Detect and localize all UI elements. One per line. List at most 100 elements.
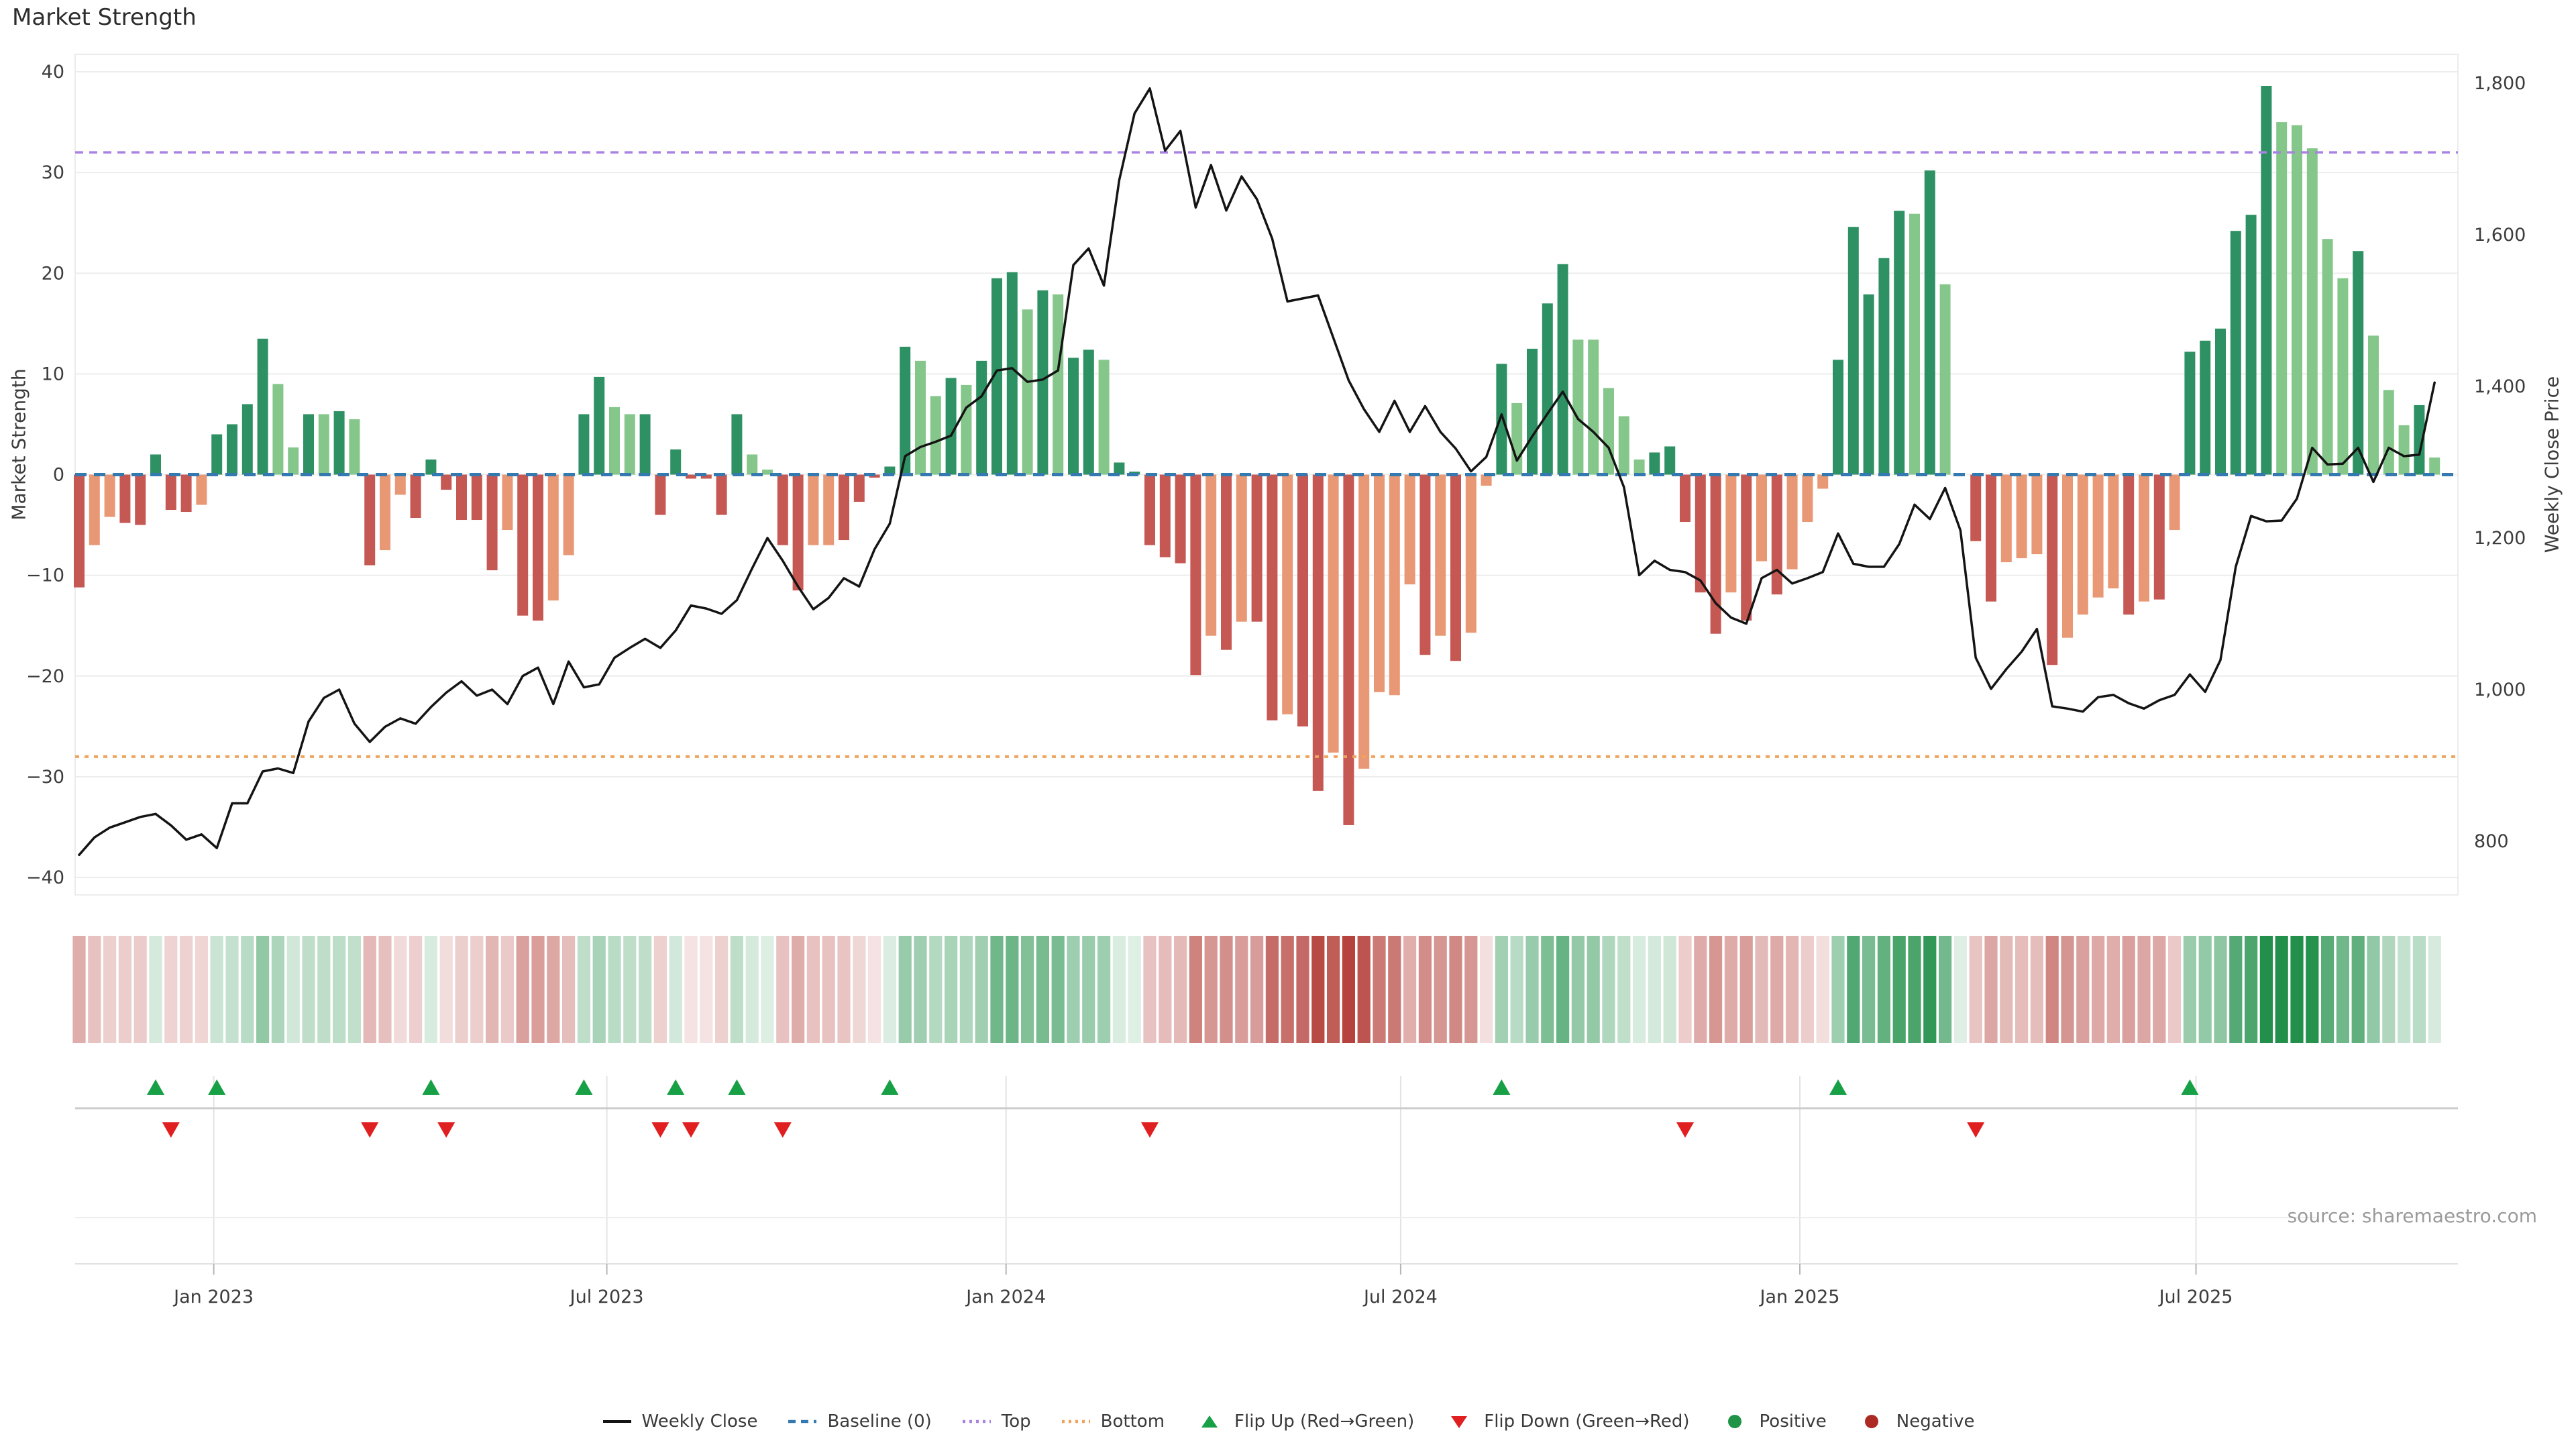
- strength-bar: [1083, 350, 1094, 474]
- strength-bar: [1725, 475, 1736, 593]
- legend-item-line[interactable]: Weekly Close: [602, 1411, 758, 1432]
- heatmap-cell: [899, 936, 912, 1043]
- heatmap-cell: [470, 936, 483, 1043]
- heatmap-cell: [2428, 936, 2441, 1043]
- heatmap-cell: [302, 936, 315, 1043]
- strength-bar: [2429, 458, 2440, 475]
- page-root: Market Strength Market Strength Weekly C…: [0, 0, 2576, 1449]
- strength-bar: [1221, 475, 1232, 650]
- heatmap-cell: [1159, 936, 1171, 1043]
- heatmap-cell: [853, 936, 865, 1043]
- strength-bar: [2001, 475, 2012, 563]
- heatmap-cell: [746, 936, 759, 1043]
- x-axis-tick-label: Jul 2024: [1362, 1287, 1438, 1307]
- heatmap-cell: [1770, 936, 1783, 1043]
- left-axis-tick-label: −40: [26, 867, 64, 888]
- strength-bar: [2108, 475, 2118, 589]
- strength-bar: [854, 475, 865, 502]
- heatmap-cell: [425, 936, 437, 1043]
- left-axis-tick-label: −10: [26, 566, 64, 586]
- strength-bar: [1099, 360, 1110, 474]
- heatmap-cell: [2199, 936, 2212, 1043]
- strength-bar: [1634, 460, 1645, 475]
- heatmap-cell: [1525, 936, 1538, 1043]
- heatmap-cell: [654, 936, 667, 1043]
- strength-bar: [502, 475, 513, 531]
- strength-bar: [823, 475, 834, 545]
- flip-down-marker: [437, 1122, 455, 1138]
- legend-label: Positive: [1760, 1411, 1827, 1432]
- heatmap-cell: [2123, 936, 2135, 1043]
- legend-item-dot[interactable]: Bottom: [1061, 1411, 1165, 1432]
- heatmap-cell: [578, 936, 590, 1043]
- strength-bar: [211, 434, 222, 474]
- heatmap-cell: [2137, 936, 2150, 1043]
- right-axis-tick-label: 1,200: [2474, 528, 2526, 549]
- strength-bar: [1787, 475, 1798, 570]
- triangle-down-swatch-icon: [1444, 1412, 1474, 1431]
- strength-bar: [839, 475, 849, 541]
- strength-bar: [74, 475, 85, 588]
- strength-bar: [2200, 341, 2210, 475]
- heatmap-cell: [440, 936, 453, 1043]
- legend-item-circle[interactable]: Positive: [1719, 1411, 1827, 1432]
- heatmap-cell: [623, 936, 636, 1043]
- left-axis-tick-label: −30: [26, 767, 64, 788]
- legend-label: Bottom: [1101, 1411, 1165, 1432]
- legend-item-dash[interactable]: Baseline (0): [787, 1411, 931, 1432]
- strength-bar: [1817, 475, 1828, 489]
- left-axis-tick-label: 0: [53, 465, 64, 486]
- strength-bar: [1374, 475, 1385, 692]
- strength-bar: [1878, 258, 1889, 475]
- flip-down-marker: [682, 1122, 700, 1138]
- heatmap-cell: [88, 936, 101, 1043]
- strength-bar: [196, 475, 207, 505]
- legend-item-circle[interactable]: Negative: [1856, 1411, 1975, 1432]
- dash-swatch-icon: [787, 1412, 818, 1431]
- left-axis-tick-label: 40: [42, 62, 64, 83]
- x-axis-tick-label: Jul 2023: [569, 1287, 644, 1307]
- heatmap-cell: [1021, 936, 1034, 1043]
- strength-bar: [303, 414, 314, 474]
- heatmap-cell: [1541, 936, 1554, 1043]
- page-title: Market Strength: [12, 4, 197, 31]
- heatmap-cell: [822, 936, 835, 1043]
- heatmap-cell: [1511, 936, 1523, 1043]
- flip-down-marker: [651, 1122, 669, 1138]
- left-axis-tick-label: 10: [42, 364, 64, 384]
- legend-item-triangle-down[interactable]: Flip Down (Green→Red): [1444, 1411, 1689, 1432]
- strength-bar: [2215, 329, 2226, 475]
- heatmap-cell: [2061, 936, 2074, 1043]
- heatmap-cell: [2367, 936, 2379, 1043]
- strength-bar: [334, 411, 345, 475]
- heatmap-cell: [225, 936, 238, 1043]
- strength-bar: [2139, 475, 2149, 602]
- strength-bar: [441, 475, 451, 490]
- strength-bar: [808, 475, 818, 545]
- strength-bar: [472, 475, 482, 521]
- heatmap-cell: [1174, 936, 1187, 1043]
- legend-item-dot[interactable]: Top: [961, 1411, 1031, 1432]
- circle-swatch-icon: [1719, 1412, 1750, 1431]
- legend-item-triangle-up[interactable]: Flip Up (Red→Green): [1194, 1411, 1414, 1432]
- heatmap-cell: [1327, 936, 1340, 1043]
- strength-bar: [288, 447, 299, 475]
- heatmap-cell: [1740, 936, 1753, 1043]
- right-axis-tick-label: 1,000: [2474, 680, 2526, 700]
- heatmap-cell: [868, 936, 881, 1043]
- heatmap-cell: [1984, 936, 1997, 1043]
- heatmap-cell: [715, 936, 728, 1043]
- flip-up-marker: [728, 1079, 745, 1095]
- heatmap-cell: [164, 936, 177, 1043]
- heatmap-cell: [1709, 936, 1722, 1043]
- strength-bar: [1175, 475, 1186, 564]
- strength-bar: [961, 385, 971, 475]
- heatmap-cell: [1617, 936, 1630, 1043]
- heatmap-cell: [272, 936, 284, 1043]
- heatmap-cell: [1311, 936, 1324, 1043]
- strength-bar: [564, 475, 574, 555]
- heatmap-cell: [195, 936, 208, 1043]
- strength-bar: [181, 475, 192, 513]
- heatmap-cell: [149, 936, 162, 1043]
- strength-bar: [594, 377, 604, 475]
